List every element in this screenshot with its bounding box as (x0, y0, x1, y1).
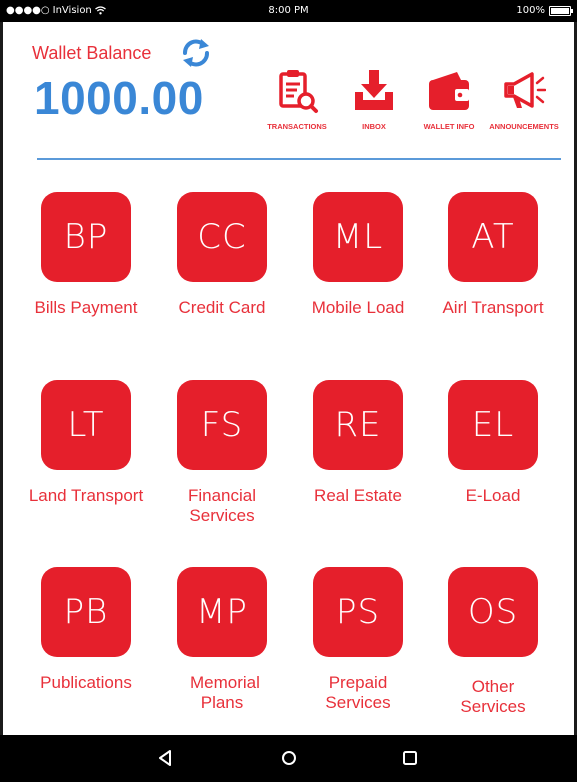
status-bar: ●●●●○ InVision 8:00 PM 100% (0, 0, 577, 22)
transactions-button[interactable]: TRANSACTIONS (260, 68, 334, 131)
status-time: 8:00 PM (268, 5, 309, 16)
land-transport-icon: LT (41, 380, 131, 470)
service-label: Land Transport (28, 486, 144, 505)
wallet-balance-label: Wallet Balance (32, 43, 152, 63)
recents-icon[interactable] (400, 748, 420, 768)
service-label: Mobile Load (311, 298, 405, 317)
service-land-transport[interactable]: LT Land Transport (18, 380, 154, 506)
e-load-icon: EL (448, 380, 538, 470)
service-label: Bills Payment (34, 298, 138, 317)
service-label: Other Services (460, 677, 526, 716)
wallet-info-label: WALLET INFO (423, 122, 475, 131)
inbox-button[interactable]: INBOX (337, 68, 411, 131)
prepaid-services-icon: PS (313, 567, 403, 657)
header-divider (37, 158, 561, 160)
wallet-icon (429, 72, 469, 110)
service-label: Real Estate (314, 486, 402, 505)
service-mobile-load[interactable]: ML Mobile Load (290, 192, 426, 318)
transactions-icon (279, 70, 318, 113)
service-real-estate[interactable]: RE Real Estate (290, 380, 426, 506)
service-label: Publications (40, 673, 132, 692)
service-credit-card[interactable]: CC Credit Card (154, 192, 290, 318)
publications-icon: PB (41, 567, 131, 657)
inbox-label: INBOX (362, 122, 386, 131)
inbox-icon (355, 70, 393, 110)
real-estate-icon: RE (313, 380, 403, 470)
service-label: Prepaid Services (325, 673, 391, 712)
service-memorial-plans[interactable]: MP Memorial Plans (154, 567, 290, 713)
service-publications[interactable]: PB Publications (18, 567, 154, 693)
service-e-load[interactable]: EL E-Load (425, 380, 561, 506)
transactions-label: TRANSACTIONS (267, 122, 327, 131)
mobile-load-icon: ML (313, 192, 403, 282)
battery-percent: 100% (516, 5, 545, 16)
battery-icon (549, 5, 573, 16)
navigation-bar (0, 735, 577, 782)
status-right: 100% (516, 5, 573, 16)
other-services-icon: OS (448, 567, 538, 657)
service-label: Airl Transport (442, 298, 544, 317)
credit-card-icon: CC (177, 192, 267, 282)
announcements-label: ANNOUNCEMENTS (489, 122, 559, 131)
announcements-button[interactable]: ANNOUNCEMENTS (487, 68, 561, 131)
service-prepaid-services[interactable]: PS Prepaid Services (290, 567, 426, 713)
memorial-plans-icon: MP (177, 567, 267, 657)
home-icon[interactable] (279, 748, 299, 768)
service-label: Credit Card (178, 298, 266, 317)
service-other-services[interactable]: OS Other Services (425, 567, 561, 717)
back-icon[interactable] (156, 748, 176, 768)
wallet-info-button[interactable]: WALLET INFO (412, 68, 486, 131)
service-label: Financial Services (187, 486, 257, 525)
financial-services-icon: FS (177, 380, 267, 470)
wallet-balance-value: 1000.00 (34, 72, 204, 124)
service-label: Memorial Plans (190, 673, 260, 712)
service-financial-services[interactable]: FS Financial Services (154, 380, 290, 526)
refresh-icon[interactable] (179, 37, 213, 69)
service-bills-payment[interactable]: BP Bills Payment (18, 192, 154, 318)
service-label: E-Load (465, 486, 521, 505)
service-airl-transport[interactable]: AT Airl Transport (425, 192, 561, 318)
airl-transport-icon: AT (448, 192, 538, 282)
frame-left (0, 0, 3, 782)
megaphone-icon (504, 72, 546, 108)
bills-payment-icon: BP (41, 192, 131, 282)
